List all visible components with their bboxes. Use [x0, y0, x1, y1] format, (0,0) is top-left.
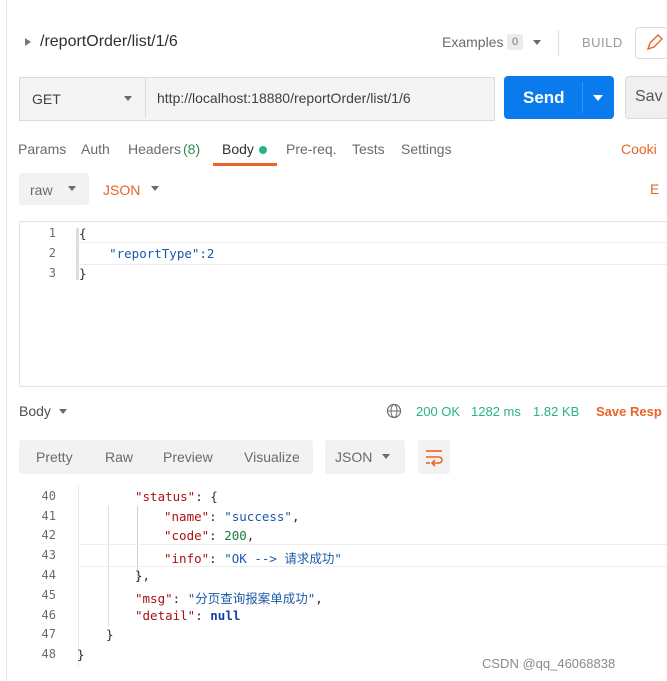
- body-format-dropdown-icon: [151, 186, 159, 191]
- tab-visualize[interactable]: Visualize: [244, 449, 300, 465]
- response-time: 1282 ms: [471, 404, 521, 419]
- code-line: }: [79, 266, 87, 281]
- method-divider: [145, 78, 146, 118]
- response-body-label[interactable]: Body: [19, 403, 51, 419]
- tab-raw[interactable]: Raw: [105, 449, 133, 465]
- line-number: 46: [41, 608, 56, 622]
- line-number: 47: [41, 627, 56, 641]
- line-number: 45: [41, 588, 56, 602]
- line-number: 42: [41, 528, 56, 542]
- body-format-label: JSON: [103, 182, 141, 198]
- tab-body[interactable]: Body: [222, 141, 254, 157]
- save-label: Sav: [635, 88, 663, 105]
- beautify-link[interactable]: E: [650, 181, 659, 197]
- line-number: 41: [41, 509, 56, 523]
- tab-auth[interactable]: Auth: [81, 141, 110, 157]
- tab-preview[interactable]: Preview: [163, 449, 213, 465]
- wrap-icon: [426, 450, 443, 467]
- code-line: {: [79, 226, 87, 241]
- examples-label[interactable]: Examples: [442, 34, 503, 50]
- window-edge: [6, 0, 7, 681]
- globe-icon[interactable]: [386, 403, 402, 419]
- examples-count-badge: 0: [507, 34, 523, 50]
- active-tab-underline: [213, 163, 277, 166]
- tab-headers[interactable]: Headers: [128, 141, 181, 157]
- cookies-link[interactable]: Cooki: [621, 141, 657, 157]
- watermark: CSDN @qq_46068838: [482, 656, 616, 671]
- body-mode-label: raw: [30, 182, 53, 198]
- tab-settings[interactable]: Settings: [401, 141, 452, 157]
- collapse-caret-icon[interactable]: [25, 38, 31, 46]
- send-label: Send: [523, 88, 565, 107]
- wrap-lines-button[interactable]: [418, 440, 450, 474]
- response-size: 1.82 KB: [533, 404, 580, 419]
- tab-pretty[interactable]: Pretty: [36, 449, 73, 465]
- response-format-select[interactable]: JSON: [325, 440, 405, 474]
- method-dropdown-icon[interactable]: [124, 96, 132, 101]
- response-format-label: JSON: [335, 449, 373, 465]
- code-line-48: }: [77, 647, 85, 662]
- code-line-42: "code": 200,: [164, 528, 255, 543]
- code-line-40: "status": {: [135, 489, 218, 504]
- save-response-button[interactable]: Save Resp: [596, 404, 662, 419]
- line-number: 48: [41, 647, 56, 661]
- body-mode-dropdown-icon: [68, 186, 76, 191]
- save-button[interactable]: Sav: [625, 76, 667, 119]
- tab-params[interactable]: Params: [18, 141, 66, 157]
- examples-dropdown-icon[interactable]: [533, 40, 541, 45]
- body-mode-select[interactable]: raw: [19, 173, 89, 205]
- code-line-46: "detail": null: [135, 608, 241, 623]
- body-format-select[interactable]: JSON: [94, 173, 174, 205]
- build-label[interactable]: BUILD: [582, 35, 623, 50]
- status-code: 200 OK: [416, 404, 461, 419]
- pencil-icon: [646, 34, 663, 51]
- response-format-dropdown-icon: [382, 454, 390, 459]
- code-line-47: }: [106, 627, 114, 642]
- indent-guide: [78, 486, 79, 666]
- line-number: 43: [41, 548, 56, 562]
- code-line-41: "name": "success",: [164, 509, 300, 524]
- code-line-45: "msg": "分页查询报案单成功",: [135, 591, 323, 606]
- request-title[interactable]: /reportOrder/list/1/6: [40, 33, 178, 51]
- send-dropdown-icon[interactable]: [593, 95, 603, 101]
- edit-button[interactable]: [635, 27, 667, 59]
- tab-tests[interactable]: Tests: [352, 141, 385, 157]
- code-line: "reportType":2: [79, 246, 215, 261]
- line-number: 44: [41, 568, 56, 582]
- method-select[interactable]: GET: [32, 91, 61, 107]
- line-number: 40: [41, 489, 56, 503]
- headers-count: (8): [183, 141, 201, 157]
- send-divider: [582, 82, 583, 113]
- send-button[interactable]: Send: [504, 76, 614, 119]
- code-line-44: },: [135, 568, 151, 583]
- response-body-dropdown-icon[interactable]: [59, 409, 67, 414]
- line-number: 3: [48, 266, 56, 280]
- url-input[interactable]: http://localhost:18880/reportOrder/list/…: [157, 90, 411, 106]
- divider: [558, 30, 559, 56]
- code-line-43: "info": "OK --> 请求成功": [164, 551, 342, 566]
- line-number: 1: [48, 226, 56, 240]
- body-indicator-dot: [259, 146, 267, 154]
- tab-prereq[interactable]: Pre-req.: [286, 141, 337, 157]
- line-number: 2: [48, 246, 56, 260]
